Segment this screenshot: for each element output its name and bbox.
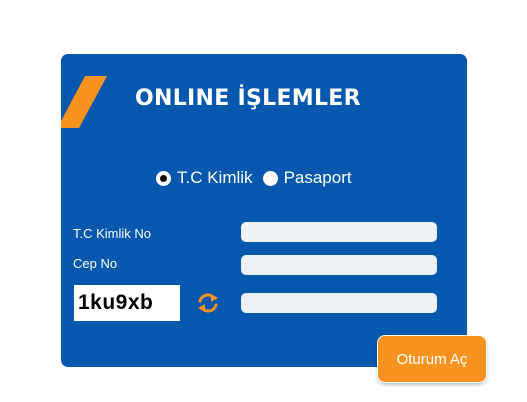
- refresh-icon[interactable]: [197, 292, 219, 314]
- tc-kimlik-no-input[interactable]: [241, 222, 437, 242]
- oturum-ac-button[interactable]: Oturum Aç: [378, 336, 486, 382]
- cep-no-input[interactable]: [241, 255, 437, 275]
- radio-pasaport[interactable]: [262, 170, 278, 186]
- radio-tc-kimlik-label[interactable]: T.C Kimlik: [177, 168, 253, 188]
- radio-tc-kimlik[interactable]: [156, 170, 171, 186]
- captcha-input[interactable]: [241, 293, 437, 313]
- tc-kimlik-no-label: T.C Kimlik No: [73, 226, 152, 241]
- radio-pasaport-label[interactable]: Pasaport: [284, 168, 352, 188]
- captcha-image: 1ku9xb: [74, 285, 180, 321]
- id-type-selector: T.C Kimlik Pasaport: [156, 168, 362, 188]
- cep-no-label: Cep No: [73, 256, 118, 271]
- corner-stripe-decoration: [61, 76, 107, 128]
- panel-title: ONLINE İŞLEMLER: [135, 86, 361, 111]
- login-panel: ONLINE İŞLEMLER T.C Kimlik Pasaport T.C …: [61, 54, 467, 367]
